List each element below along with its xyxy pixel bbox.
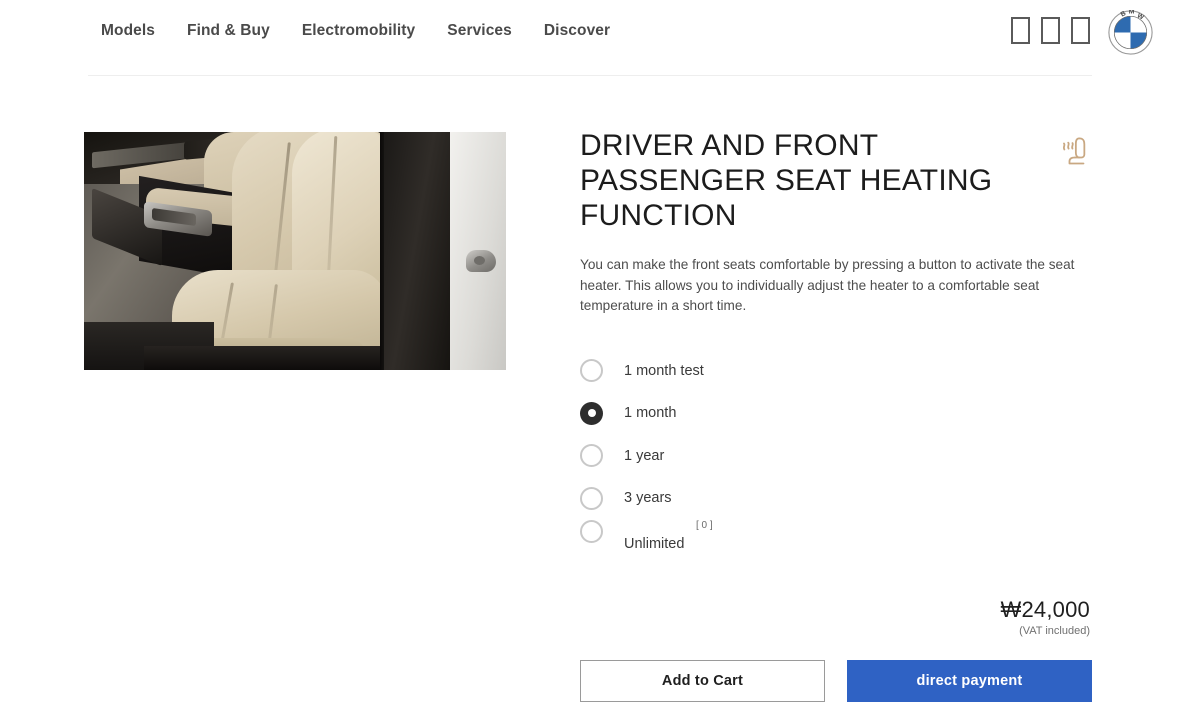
radio-3-years[interactable]: [580, 486, 603, 510]
option-row-1-month[interactable]: 1 month: [580, 392, 1092, 435]
option-label-1-month: 1 month: [624, 405, 677, 422]
title-row: DRIVER AND FRONT PASSENGER SEAT HEATING …: [580, 128, 1092, 233]
action-button-group: Add to Cart direct payment: [580, 659, 1092, 702]
subscription-options-group: 1 month test 1 month 1 year 3 years [ 0 …: [580, 350, 1092, 566]
header-icon-group: [1011, 17, 1090, 44]
missing-glyph-box-icon-3[interactable]: [1071, 17, 1090, 44]
add-to-cart-button[interactable]: Add to Cart: [580, 659, 825, 702]
option-label-3-years: 3 years: [624, 490, 672, 507]
main-navigation: Models Find & Buy Electromobility Servic…: [101, 22, 610, 40]
radio-unlimited[interactable]: [580, 519, 603, 543]
footnote-marker: [ 0 ]: [696, 519, 713, 531]
site-header: Models Find & Buy Electromobility Servic…: [0, 0, 1200, 76]
price-amount: ₩24,000: [1000, 596, 1090, 622]
nav-item-models[interactable]: Models: [101, 22, 155, 40]
radio-1-year[interactable]: [580, 444, 603, 468]
unlimited-label-wrapper: [ 0 ] Unlimited: [624, 520, 713, 553]
option-label-1-year: 1 year: [624, 447, 665, 464]
product-image: [84, 132, 506, 370]
price-block: ₩24,000 (VAT included): [580, 597, 1090, 637]
option-row-unlimited[interactable]: [ 0 ] Unlimited: [580, 519, 1092, 566]
page-title: DRIVER AND FRONT PASSENGER SEAT HEATING …: [580, 129, 993, 232]
option-row-1-month-test[interactable]: 1 month test: [580, 350, 1092, 393]
price-vat-note: (VAT included): [1019, 624, 1090, 637]
option-label-unlimited: Unlimited: [624, 535, 685, 552]
nav-item-discover[interactable]: Discover: [544, 22, 610, 40]
missing-glyph-box-icon-2[interactable]: [1041, 17, 1060, 44]
bmw-logo-icon[interactable]: B M W: [1108, 10, 1153, 55]
nav-item-find-and-buy[interactable]: Find & Buy: [187, 22, 270, 40]
option-row-3-years[interactable]: 3 years: [580, 477, 1092, 520]
missing-glyph-box-icon-1[interactable]: [1011, 17, 1030, 44]
header-divider: [88, 75, 1092, 76]
product-description: You can make the front seats comfortable…: [580, 257, 1075, 313]
nav-item-electromobility[interactable]: Electromobility: [302, 22, 415, 40]
option-label-1-month-test: 1 month test: [624, 362, 704, 379]
direct-payment-button[interactable]: direct payment: [847, 659, 1092, 702]
seat-heating-icon: [1062, 137, 1086, 165]
nav-item-services[interactable]: Services: [447, 22, 512, 40]
radio-1-month[interactable]: [580, 401, 603, 425]
option-row-1-year[interactable]: 1 year: [580, 435, 1092, 478]
product-detail-panel: DRIVER AND FRONT PASSENGER SEAT HEATING …: [580, 128, 1092, 702]
svg-text:M: M: [1129, 10, 1135, 16]
radio-1-month-test[interactable]: [580, 359, 603, 383]
